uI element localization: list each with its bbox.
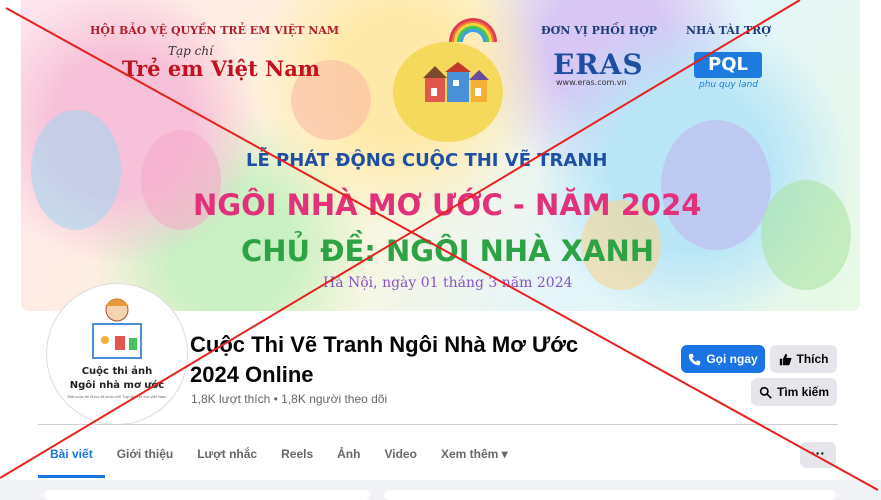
organizer-name: HỘI BẢO VỆ QUYỀN TRẺ EM VIỆT NAM	[90, 24, 340, 37]
sponsor-subtitle: phu quy land	[699, 80, 759, 90]
profile-avatar[interactable]: Cuộc thi ảnh Ngôi nhà mơ ước Một cuộc th…	[47, 284, 187, 424]
avatar-text-1: Cuộc thi ảnh	[81, 366, 153, 377]
tab-mentions[interactable]: Lượt nhắc	[185, 433, 269, 475]
avatar-text-2: Ngôi nhà mơ ước	[69, 380, 165, 391]
pql-logo: PQL	[694, 52, 762, 78]
rainbow-graphic	[449, 18, 497, 42]
search-label: Tìm kiếm	[776, 385, 830, 399]
cover-headline-3: CHỦ ĐỀ: NGÔI NHÀ XANH	[241, 234, 655, 268]
paint-splash	[661, 120, 771, 250]
tab-videos[interactable]: Video	[372, 433, 428, 475]
tab-photos[interactable]: Ảnh	[325, 433, 372, 475]
phone-icon	[689, 353, 701, 365]
avatar-image: Cuộc thi ảnh Ngôi nhà mơ ước Một cuộc th…	[51, 288, 183, 420]
search-icon	[759, 386, 772, 399]
call-now-button[interactable]: Gọi ngay	[681, 345, 765, 373]
cover-date: Hà Nội, ngày 01 tháng 3 năm 2024	[323, 275, 573, 291]
page-stats: 1,8K lượt thích • 1,8K người theo dõi	[191, 392, 387, 406]
child-drawing-icon	[92, 298, 142, 359]
followers-count[interactable]: 1,8K người theo dõi	[281, 392, 387, 406]
more-options-button[interactable]: ···	[800, 442, 836, 468]
paint-splash	[761, 180, 851, 290]
post-card	[384, 490, 836, 500]
header-divider	[38, 424, 838, 425]
stats-separator: •	[273, 392, 278, 406]
page-tabs: Bài viết Giới thiệu Lượt nhắc Reels Ảnh …	[38, 433, 520, 478]
eras-logo: ERAS	[553, 48, 644, 81]
tab-reels[interactable]: Reels	[269, 433, 325, 475]
paint-splash	[31, 110, 121, 230]
facebook-page: HỘI BẢO VỆ QUYỀN TRẺ EM VIỆT NAM Tạp chí…	[0, 0, 881, 500]
cover-headline-1: LỄ PHÁT ĐỘNG CUỘC THI VẼ TRANH	[246, 150, 608, 171]
cover-headline-2: NGÔI NHÀ MƠ ƯỚC - NĂM 2024	[193, 188, 702, 222]
call-now-label: Gọi ngay	[706, 352, 758, 366]
cover-photo[interactable]: HỘI BẢO VỆ QUYỀN TRẺ EM VIỆT NAM Tạp chí…	[21, 0, 860, 311]
thumbs-up-icon	[779, 353, 792, 365]
search-button[interactable]: Tìm kiếm	[751, 378, 837, 406]
sponsor-label: NHÀ TÀI TRỢ	[686, 24, 771, 37]
page-title: Cuộc Thi Vẽ Tranh Ngôi Nhà Mơ Ước 2024 O…	[190, 332, 579, 387]
tab-posts[interactable]: Bài viết	[38, 433, 105, 478]
intro-card	[44, 490, 370, 500]
magazine-logo: Trẻ em Việt Nam	[122, 56, 321, 81]
houses-graphic	[423, 62, 489, 102]
eras-url: www.eras.com.vn	[556, 78, 627, 87]
tab-see-more[interactable]: Xem thêm ▾	[429, 433, 520, 475]
coordinator-label: ĐƠN VỊ PHỐI HỢP	[541, 24, 658, 37]
tab-about[interactable]: Giới thiệu	[105, 433, 186, 475]
likes-count[interactable]: 1,8K lượt thích	[191, 392, 270, 406]
like-label: Thích	[796, 352, 829, 366]
avatar-text-3: Một cuộc thi được tổ chức bởi Tạp chí Tr…	[67, 394, 167, 399]
like-button[interactable]: Thích	[770, 345, 837, 373]
